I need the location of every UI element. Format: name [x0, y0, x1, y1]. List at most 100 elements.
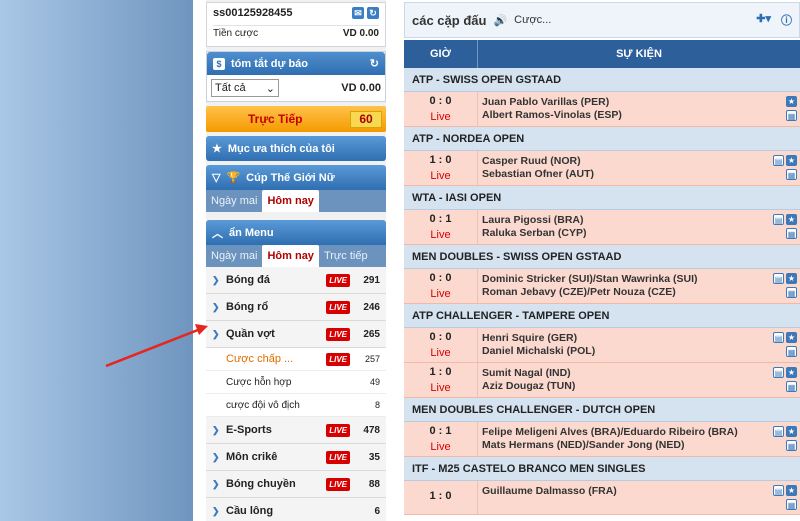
score-value: 0 : 0: [429, 95, 452, 107]
stats-icon[interactable]: ▤: [773, 214, 784, 225]
tab-today[interactable]: Hôm nay: [262, 190, 319, 212]
score-value: 0 : 0: [429, 331, 452, 343]
bet-type-label[interactable]: Cược...: [514, 14, 551, 26]
cup-header[interactable]: ▽ 🏆 Cúp Thế Giới Nữ: [206, 165, 386, 190]
add-icon[interactable]: ✚▾: [756, 12, 771, 28]
score-value: 1 : 0: [429, 489, 452, 502]
summary-filter-select[interactable]: Tất cả ⌄: [211, 79, 279, 97]
match-row[interactable]: 0 : 0 Live Dominic Stricker (SUI)/Stan Waw…: [404, 269, 800, 304]
stats-icon[interactable]: ▤: [773, 367, 784, 378]
stats-icon[interactable]: ▤: [773, 273, 784, 284]
match-row[interactable]: 0 : 0 Live Henri Squire (GER) Daniel Michal…: [404, 328, 800, 363]
sport-name: Bóng rổ: [226, 301, 269, 313]
refresh-icon[interactable]: ↻: [370, 57, 379, 70]
sport-item-basketball[interactable]: ❯ Bóng rổ LIVE 246: [206, 294, 386, 321]
league-header[interactable]: WTA - IASI OPEN: [404, 186, 800, 210]
match-icons: ▤ ★ ▦: [768, 363, 800, 397]
chevron-right-icon: ❯: [212, 328, 220, 339]
sport-item-tennis[interactable]: ❯ Quần vợt LIVE 265: [206, 321, 386, 348]
score-value: 0 : 1: [429, 213, 452, 225]
table-header: GIỜ SỰ KIỆN: [404, 40, 800, 68]
match-score: 0 : 0 Live: [404, 92, 478, 126]
sub-item-parlay[interactable]: Cược hỗn hợp 49: [206, 371, 386, 394]
sport-count: 6: [374, 505, 380, 517]
league-header[interactable]: MEN DOUBLES - SWISS OPEN GSTAAD: [404, 245, 800, 269]
match-icons: ▤ ★ ▦: [768, 422, 800, 456]
sport-item-badminton[interactable]: ❯ Cầu lông 6: [206, 498, 386, 521]
speaker-icon[interactable]: 🔊: [493, 14, 507, 27]
match-row[interactable]: 0 : 0 Live Juan Pablo Varillas (PER) Albert…: [404, 92, 800, 127]
summary-amount: VD 0.00: [341, 82, 381, 94]
favorite-star-icon[interactable]: ★: [786, 214, 797, 225]
match-row[interactable]: 1 : 0 Guillaume Dalmasso (FRA) ▤ ★ ▦: [404, 481, 800, 515]
league-header[interactable]: ATP CHALLENGER - TAMPERE OPEN: [404, 304, 800, 328]
sport-name: Cầu lông: [226, 505, 274, 517]
chevron-down-icon: ⌄: [265, 82, 275, 95]
stats-icon[interactable]: ▤: [773, 485, 784, 496]
sport-item-cricket[interactable]: ❯ Môn crikê LIVE 35: [206, 444, 386, 471]
sport-item-volleyball[interactable]: ❯ Bóng chuyền LIVE 88: [206, 471, 386, 498]
trophy-icon: 🏆: [226, 172, 241, 184]
league-header[interactable]: ATP - NORDEA OPEN: [404, 127, 800, 151]
sport-item-esports[interactable]: ❯ E-Sports LIVE 478: [206, 417, 386, 444]
league-header[interactable]: MEN DOUBLES CHALLENGER - DUTCH OPEN: [404, 398, 800, 422]
team-name: Mats Hermans (NED)/Sander Jong (NED): [482, 439, 685, 451]
sub-count: 8: [374, 400, 380, 410]
sport-count: 88: [368, 478, 380, 490]
team-name: Albert Ramos-Vinolas (ESP): [482, 109, 622, 121]
favorite-star-icon[interactable]: ★: [786, 96, 797, 107]
favorite-star-icon[interactable]: ★: [786, 273, 797, 284]
menu-header[interactable]: ︿ ẩn Menu: [206, 220, 386, 245]
mail-icon[interactable]: ✉: [352, 7, 364, 19]
team-name: Aziz Dougaz (TUN): [482, 380, 576, 392]
calendar-icon[interactable]: ▦: [786, 346, 797, 357]
stats-icon[interactable]: ▤: [773, 155, 784, 166]
match-row[interactable]: 0 : 1 Live Felipe Meligeni Alves (BRA)/Edu…: [404, 422, 800, 457]
tab-tomorrow[interactable]: Ngày mai: [206, 245, 262, 267]
menu-tabs: Ngày mai Hôm nay Trực tiếp: [206, 245, 386, 267]
stats-icon[interactable]: ▤: [773, 332, 784, 343]
team-name: Daniel Michalski (POL): [482, 345, 596, 357]
match-score: 0 : 0 Live: [404, 269, 478, 303]
favorite-star-icon[interactable]: ★: [786, 367, 797, 378]
calendar-icon[interactable]: ▦: [786, 381, 797, 392]
match-row[interactable]: 1 : 0 Live Sumit Nagal (IND) Aziz Dougaz (T…: [404, 363, 800, 398]
sport-item-soccer[interactable]: ❯ Bóng đá LIVE 291: [206, 267, 386, 294]
main-topbar: các cặp đấu 🔊 Cược... ✚▾ ⓘ: [404, 2, 800, 38]
match-row[interactable]: 0 : 1 Live Laura Pigossi (BRA) Raluka Serba…: [404, 210, 800, 245]
sport-count: 246: [363, 301, 380, 313]
match-teams: Laura Pigossi (BRA) Raluka Serban (CYP): [478, 210, 768, 244]
live-status: Live: [430, 382, 451, 394]
calendar-icon[interactable]: ▦: [786, 169, 797, 180]
calendar-icon[interactable]: ▦: [786, 499, 797, 510]
live-badge: LIVE: [326, 477, 350, 491]
tab-live[interactable]: Trực tiếp: [319, 245, 373, 267]
sport-name: Bóng đá: [226, 274, 270, 286]
calendar-icon[interactable]: ▦: [786, 287, 797, 298]
sub-name: Cược hỗn hợp: [226, 376, 292, 388]
favorite-star-icon[interactable]: ★: [786, 485, 797, 496]
refresh-icon[interactable]: ↻: [367, 7, 379, 19]
info-icon[interactable]: ⓘ: [781, 12, 792, 28]
sub-item-outright[interactable]: cược đội vô địch 8: [206, 394, 386, 417]
favorite-star-icon[interactable]: ★: [786, 155, 797, 166]
league-header[interactable]: ITF - M25 CASTELO BRANCO MEN SINGLES: [404, 457, 800, 481]
favorite-star-icon[interactable]: ★: [786, 426, 797, 437]
favorite-star-icon[interactable]: ★: [786, 332, 797, 343]
match-row[interactable]: 1 : 0 Live Casper Ruud (NOR) Sebastian Ofne…: [404, 151, 800, 186]
calendar-icon[interactable]: ▦: [786, 440, 797, 451]
match-icons: ★ ▦: [768, 92, 800, 126]
calendar-icon[interactable]: ▦: [786, 110, 797, 121]
sport-name: Quần vợt: [226, 328, 275, 340]
tab-tomorrow[interactable]: Ngày mai: [206, 190, 262, 212]
favorites-button[interactable]: ★ Mục ưa thích của tôi: [206, 136, 386, 161]
sub-item-handicap[interactable]: Cược chấp ... LIVE 257: [206, 348, 386, 371]
league-header[interactable]: ATP - SWISS OPEN GSTAAD: [404, 68, 800, 92]
stats-icon[interactable]: ▤: [773, 426, 784, 437]
calendar-icon[interactable]: ▦: [786, 228, 797, 239]
match-teams: Juan Pablo Varillas (PER) Albert Ramos-Vi…: [478, 92, 768, 126]
chevron-right-icon: ❯: [212, 301, 220, 312]
tab-today[interactable]: Hôm nay: [262, 245, 319, 267]
cup-label: Cúp Thế Giới Nữ: [246, 171, 335, 184]
live-button[interactable]: Trực Tiếp 60: [206, 106, 386, 132]
